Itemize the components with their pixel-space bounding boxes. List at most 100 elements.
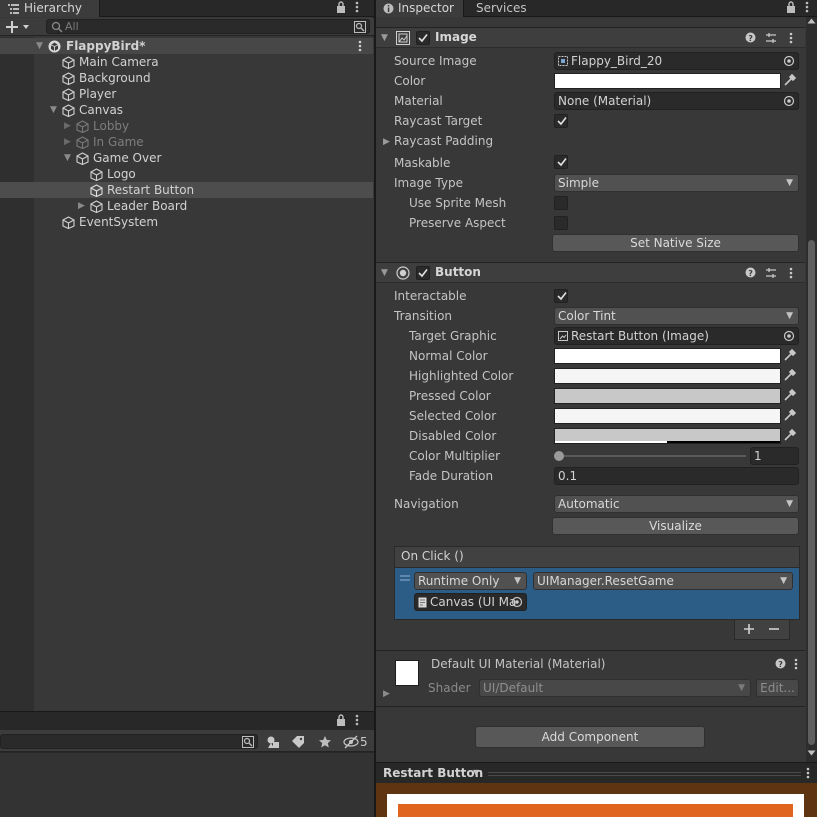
- search-filter-icon[interactable]: [354, 21, 366, 33]
- filter-by-type-icon[interactable]: [266, 735, 282, 749]
- lock-icon[interactable]: [336, 1, 346, 16]
- kebab-menu-icon[interactable]: [806, 767, 810, 779]
- visualize-button[interactable]: Visualize: [552, 517, 799, 535]
- foldout-arrow-icon[interactable]: ▶: [383, 689, 390, 699]
- help-icon[interactable]: ?: [745, 32, 756, 43]
- function-dropdown[interactable]: UIManager.ResetGame ▼: [533, 572, 793, 590]
- material-field[interactable]: None (Material): [554, 92, 799, 110]
- event-target-object-field[interactable]: Canvas (UI Ma: [414, 593, 527, 611]
- eyedropper-icon[interactable]: [783, 408, 799, 424]
- lock-icon[interactable]: [336, 714, 346, 726]
- button-enabled-checkbox[interactable]: [416, 266, 430, 280]
- expand-arrow-icon[interactable]: ▼: [50, 102, 57, 118]
- button-component-header[interactable]: ▼ Button ?: [376, 262, 805, 283]
- eyedropper-icon[interactable]: [783, 388, 799, 404]
- scene-row[interactable]: ▼ FlappyBird*: [0, 38, 373, 54]
- expand-arrow-icon[interactable]: ▼: [36, 38, 43, 54]
- search-filter-icon[interactable]: [242, 736, 254, 748]
- maskable-checkbox[interactable]: [554, 155, 568, 169]
- interactable-checkbox[interactable]: [554, 289, 568, 303]
- source-image-field[interactable]: Flappy_Bird_20: [554, 52, 799, 70]
- image-component-header[interactable]: ▼ Image ?: [376, 27, 805, 48]
- collapse-arrow-icon[interactable]: ▶: [64, 134, 71, 150]
- image-enabled-checkbox[interactable]: [416, 31, 430, 45]
- expand-arrow-icon[interactable]: ▼: [64, 150, 71, 166]
- kebab-menu-icon[interactable]: [355, 1, 359, 16]
- component-menu-icon[interactable]: [794, 658, 798, 670]
- pressed-color-swatch[interactable]: [554, 388, 781, 404]
- on-click-listener[interactable]: Runtime Only ▼ UIManager.ResetGame ▼ Can…: [394, 567, 800, 620]
- favorite-star-icon[interactable]: [318, 735, 332, 749]
- lock-icon[interactable]: [786, 1, 796, 16]
- scroll-up-arrow-icon[interactable]: [807, 18, 816, 24]
- preserve-aspect-checkbox[interactable]: [554, 216, 568, 230]
- foldout-arrow-icon[interactable]: ▼: [381, 33, 388, 43]
- tab-services[interactable]: Services: [476, 0, 546, 17]
- add-component-button[interactable]: Add Component: [475, 726, 705, 748]
- scene-menu-icon[interactable]: [358, 40, 362, 52]
- hierarchy-item-leader-board[interactable]: ▶ Leader Board: [0, 198, 373, 214]
- hierarchy-item-main-camera[interactable]: Main Camera: [0, 54, 373, 70]
- object-picker-icon[interactable]: [511, 596, 523, 608]
- preview-drag-bar-lower[interactable]: [488, 775, 801, 776]
- foldout-arrow-icon[interactable]: ▶: [383, 137, 390, 147]
- help-icon[interactable]: ?: [775, 658, 786, 669]
- color-swatch[interactable]: [554, 73, 781, 89]
- collapse-arrow-icon[interactable]: ▶: [64, 118, 71, 134]
- hierarchy-item-lobby[interactable]: ▶ Lobby: [0, 118, 373, 134]
- add-dropdown-button[interactable]: [6, 20, 36, 34]
- hierarchy-item-player[interactable]: Player: [0, 86, 373, 102]
- scroll-down-arrow-icon[interactable]: [807, 750, 816, 756]
- object-picker-icon[interactable]: [783, 95, 795, 107]
- presets-icon[interactable]: [765, 32, 777, 44]
- add-listener-plus-icon[interactable]: [743, 623, 755, 635]
- transition-dropdown[interactable]: Color Tint ▼: [554, 307, 799, 325]
- eyedropper-icon[interactable]: [783, 368, 799, 384]
- raycast-target-checkbox[interactable]: [554, 114, 568, 128]
- hierarchy-item-eventsystem[interactable]: EventSystem: [0, 214, 373, 230]
- disabled-color-swatch[interactable]: [554, 428, 781, 444]
- collapse-arrow-icon[interactable]: ▶: [78, 198, 85, 214]
- use-sprite-mesh-checkbox[interactable]: [554, 196, 568, 210]
- color-multiplier-slider-thumb[interactable]: [554, 451, 564, 461]
- component-menu-icon[interactable]: [789, 32, 793, 44]
- shader-edit-button[interactable]: Edit...: [756, 679, 799, 697]
- kebab-menu-icon[interactable]: [355, 714, 359, 726]
- hidden-packages-icon[interactable]: [343, 735, 359, 749]
- target-graphic-field[interactable]: Restart Button (Image): [554, 327, 799, 345]
- filter-by-label-icon[interactable]: [291, 735, 305, 749]
- color-multiplier-slider-track[interactable]: [557, 455, 746, 457]
- image-type-dropdown[interactable]: Simple ▼: [554, 174, 799, 192]
- normal-color-swatch[interactable]: [554, 348, 781, 364]
- project-search-input[interactable]: [0, 734, 258, 749]
- highlighted-color-swatch[interactable]: [554, 368, 781, 384]
- eyedropper-icon[interactable]: [783, 73, 799, 89]
- remove-listener-minus-icon[interactable]: [768, 623, 780, 635]
- preview-title[interactable]: Restart Button: [383, 766, 483, 780]
- hierarchy-item-in-game[interactable]: ▶ In Game: [0, 134, 373, 150]
- foldout-arrow-icon[interactable]: ▼: [381, 268, 388, 278]
- drag-handle-icon[interactable]: [400, 575, 410, 581]
- runtime-mode-dropdown[interactable]: Runtime Only ▼: [414, 572, 527, 590]
- hierarchy-item-logo[interactable]: Logo: [0, 166, 373, 182]
- shader-dropdown[interactable]: UI/Default ▼: [479, 679, 751, 697]
- hierarchy-item-restart-button[interactable]: Restart Button: [0, 182, 373, 198]
- dropdown-arrow-icon[interactable]: ▼: [473, 768, 479, 777]
- inspector-scroll-thumb[interactable]: [808, 240, 815, 745]
- tab-inspector[interactable]: Inspector: [376, 0, 464, 17]
- navigation-dropdown[interactable]: Automatic ▼: [554, 495, 799, 513]
- help-icon[interactable]: ?: [745, 267, 756, 278]
- kebab-menu-icon[interactable]: [805, 1, 809, 16]
- object-picker-icon[interactable]: [783, 55, 795, 67]
- hierarchy-item-canvas[interactable]: ▼ Canvas: [0, 102, 373, 118]
- preview-drag-bar[interactable]: [488, 772, 801, 773]
- color-multiplier-input[interactable]: 1: [750, 447, 799, 465]
- set-native-size-button[interactable]: Set Native Size: [552, 234, 799, 252]
- fade-duration-input[interactable]: 0.1: [554, 467, 799, 485]
- presets-icon[interactable]: [765, 267, 777, 279]
- hierarchy-item-game-over[interactable]: ▼ Game Over: [0, 150, 373, 166]
- hierarchy-item-background[interactable]: Background: [0, 70, 373, 86]
- selected-color-swatch[interactable]: [554, 408, 781, 424]
- tab-hierarchy[interactable]: Hierarchy: [0, 0, 100, 17]
- eyedropper-icon[interactable]: [783, 428, 799, 444]
